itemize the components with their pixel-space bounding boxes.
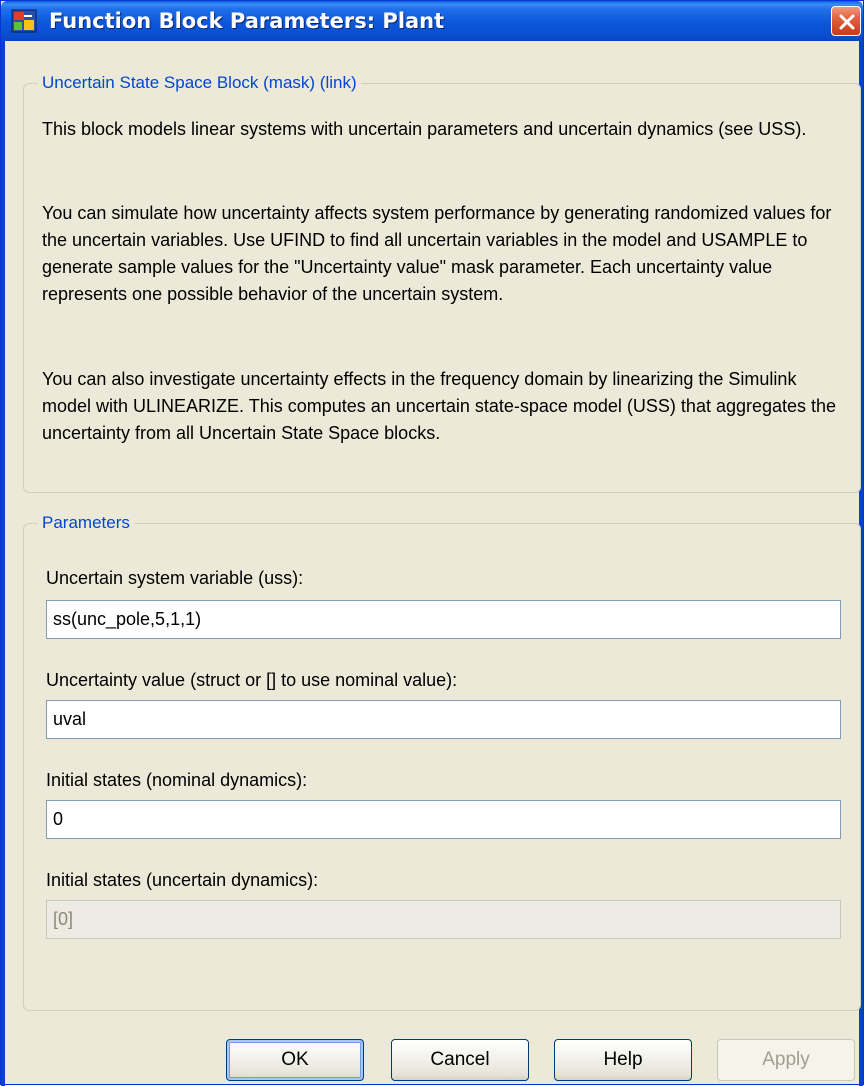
window-frame-left (1, 41, 5, 1086)
simulink-block-icon (11, 9, 37, 33)
description-legend: Uncertain State Space Block (mask) (link… (38, 72, 361, 94)
description-paragraph-3: You can also investigate uncertainty eff… (42, 369, 837, 443)
parameters-group: Parameters Uncertain system variable (us… (23, 512, 861, 1011)
apply-button: Apply (717, 1039, 855, 1081)
description-paragraph-1: This block models linear systems with un… (42, 119, 807, 139)
close-icon (839, 14, 855, 30)
initial-states-uncertain-label: Initial states (uncertain dynamics): (46, 870, 319, 890)
parameters-legend: Parameters (38, 512, 134, 534)
cancel-button[interactable]: Cancel (391, 1039, 529, 1081)
title-bar[interactable]: Function Block Parameters: Plant (1, 1, 863, 41)
uss-variable-label: Uncertain system variable (uss): (46, 568, 304, 588)
initial-states-nominal-label: Initial states (nominal dynamics): (46, 770, 308, 790)
uss-variable-input[interactable] (46, 600, 841, 639)
description-paragraph-2: You can simulate how uncertainty affects… (42, 203, 832, 304)
help-button[interactable]: Help (554, 1039, 692, 1081)
dialog-window: Function Block Parameters: Plant Uncerta… (0, 0, 864, 1086)
initial-states-uncertain-input (46, 900, 841, 939)
window-title: Function Block Parameters: Plant (49, 9, 445, 33)
initial-states-nominal-input[interactable] (46, 800, 841, 839)
description-group: Uncertain State Space Block (mask) (link… (23, 72, 861, 493)
uncertainty-value-input[interactable] (46, 700, 841, 739)
close-button[interactable] (831, 6, 861, 36)
ok-button[interactable]: OK (226, 1039, 364, 1081)
uncertainty-value-label: Uncertainty value (struct or [] to use n… (46, 670, 458, 690)
